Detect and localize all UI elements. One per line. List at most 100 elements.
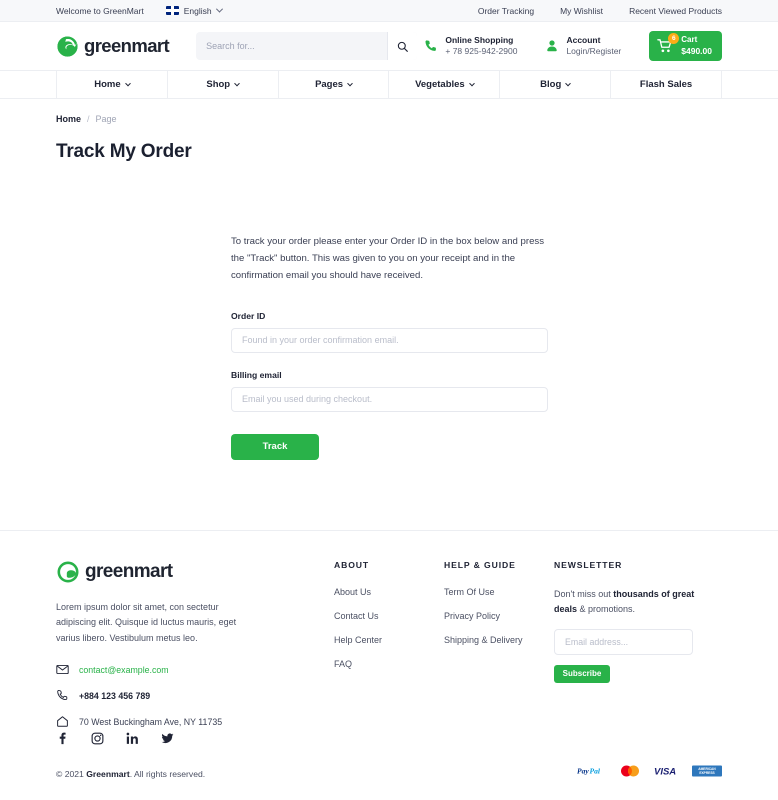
nav-item-pages[interactable]: Pages bbox=[279, 71, 390, 98]
newsletter-email-input[interactable] bbox=[554, 628, 693, 655]
footer-address-row: 70 West Buckingham Ave, NY 11735 bbox=[56, 715, 286, 728]
header-phone-text: Online Shopping + 78 925-942-2900 bbox=[445, 35, 517, 57]
footer-link-faq[interactable]: FAQ bbox=[334, 659, 444, 669]
twitter-icon[interactable] bbox=[161, 732, 174, 745]
footer-newsletter-column: NEWSLETTER Don't miss out thousands of g… bbox=[554, 560, 699, 683]
cart-count-badge: 6 bbox=[668, 33, 680, 44]
newsletter-subscribe-button[interactable]: Subscribe bbox=[554, 664, 610, 683]
breadcrumb-home[interactable]: Home bbox=[56, 114, 81, 124]
nav-item-blog[interactable]: Blog bbox=[500, 71, 612, 98]
svg-text:VISA: VISA bbox=[654, 767, 676, 778]
header-logo[interactable]: greenmart bbox=[56, 35, 170, 58]
header-account[interactable]: Account Login/Register bbox=[545, 35, 621, 57]
facebook-icon[interactable] bbox=[56, 732, 69, 745]
language-label: English bbox=[183, 5, 212, 16]
american-express-logo-icon: AMERICAN EXPRESS bbox=[692, 765, 722, 777]
svg-text:AMERICAN: AMERICAN bbox=[698, 767, 716, 771]
footer-logo-wordmark: greenmart bbox=[85, 561, 173, 582]
breadcrumb-separator: / bbox=[87, 114, 90, 124]
footer-about-heading: ABOUT bbox=[334, 560, 370, 570]
top-utility-bar: Welcome to GreenMart English Order Track… bbox=[0, 0, 778, 22]
cart-text: Cart $490.00 bbox=[681, 35, 712, 56]
footer-link-help-center[interactable]: Help Center bbox=[334, 635, 444, 645]
billing-email-input[interactable] bbox=[231, 386, 548, 412]
phone-icon bbox=[57, 690, 68, 701]
footer-link-about-us[interactable]: About Us bbox=[334, 587, 444, 597]
search-button[interactable] bbox=[387, 32, 418, 60]
track-submit-button[interactable]: Track bbox=[231, 433, 319, 460]
nav-items: Home Shop Pages Vegetables Blog Flash Sa… bbox=[56, 71, 722, 98]
nav-label-home: Home bbox=[94, 79, 121, 90]
chevron-down-icon bbox=[215, 5, 223, 13]
page-root: Welcome to GreenMart English Order Track… bbox=[0, 0, 778, 800]
linkedin-icon[interactable] bbox=[126, 732, 139, 745]
nav-item-flash-sales[interactable]: Flash Sales bbox=[611, 71, 722, 98]
footer-help-column: HELP & GUIDE Term Of Use Privacy Policy … bbox=[444, 560, 554, 659]
cart-total: $490.00 bbox=[681, 45, 712, 56]
chevron-down-icon bbox=[468, 80, 475, 86]
footer-link-privacy-policy[interactable]: Privacy Policy bbox=[444, 611, 554, 621]
site-footer: greenmart Lorem ipsum dolor sit amet, co… bbox=[0, 560, 778, 741]
cart-button[interactable]: 6 Cart $490.00 bbox=[649, 31, 722, 61]
cart-icon-wrap: 6 bbox=[657, 33, 680, 54]
footer-link-term-of-use[interactable]: Term Of Use bbox=[444, 587, 554, 597]
chevron-down-icon bbox=[565, 80, 572, 86]
search-input[interactable] bbox=[196, 41, 388, 51]
link-order-tracking[interactable]: Order Tracking bbox=[478, 6, 534, 16]
instagram-icon[interactable] bbox=[91, 732, 104, 745]
newsletter-text: Don't miss out thousands of great deals … bbox=[554, 587, 699, 617]
order-id-label: Order ID bbox=[231, 310, 266, 321]
envelope-icon bbox=[56, 665, 69, 675]
footer-help-heading: HELP & GUIDE bbox=[444, 560, 516, 570]
link-my-wishlist[interactable]: My Wishlist bbox=[560, 6, 603, 16]
header-account-title: Account bbox=[566, 34, 601, 45]
footer-email-row[interactable]: contact@example.com bbox=[56, 663, 286, 676]
nav-label-vegetables: Vegetables bbox=[415, 79, 465, 90]
search-icon bbox=[397, 41, 408, 52]
user-icon bbox=[547, 40, 558, 52]
footer-link-shipping-delivery[interactable]: Shipping & Delivery bbox=[444, 635, 554, 645]
nav-label-blog: Blog bbox=[540, 79, 562, 90]
order-id-input[interactable] bbox=[231, 327, 548, 353]
copyright: © 2021 Greenmart. All rights reserved. bbox=[56, 769, 205, 779]
language-selector[interactable]: English bbox=[165, 5, 223, 16]
home-icon bbox=[57, 716, 68, 728]
copyright-brand: Greenmart bbox=[86, 769, 130, 779]
nav-label-pages: Pages bbox=[315, 79, 344, 90]
copyright-prefix: © 2021 bbox=[56, 769, 87, 779]
nav-item-vegetables[interactable]: Vegetables bbox=[389, 71, 501, 98]
form-intro-text: To track your order please enter your Or… bbox=[231, 236, 545, 282]
main-content: To track your order please enter your Or… bbox=[0, 176, 778, 460]
chevron-down-icon bbox=[124, 80, 131, 86]
paypal-logo-icon: Pay Pal bbox=[577, 767, 601, 776]
footer-newsletter-heading: NEWSLETTER bbox=[554, 560, 623, 570]
nav-label-shop: Shop bbox=[206, 79, 231, 90]
greenmart-leaf-logo-icon bbox=[57, 35, 78, 57]
chevron-down-icon bbox=[347, 80, 353, 86]
search-bar bbox=[196, 32, 418, 60]
page-title: Track My Order bbox=[56, 141, 192, 162]
footer-address: 70 West Buckingham Ave, NY 11735 bbox=[79, 716, 223, 727]
nav-label-flash-sales: Flash Sales bbox=[639, 79, 693, 90]
breadcrumb-current: Page bbox=[95, 114, 117, 124]
footer-brand-column: greenmart Lorem ipsum dolor sit amet, co… bbox=[56, 560, 286, 741]
header-phone[interactable]: Online Shopping + 78 925-942-2900 bbox=[424, 35, 517, 57]
visa-logo-icon: VISA bbox=[654, 767, 676, 778]
track-order-form: To track your order please enter your Or… bbox=[231, 233, 548, 460]
footer-link-contact-us[interactable]: Contact Us bbox=[334, 611, 444, 621]
header-phone-title: Online Shopping bbox=[445, 34, 514, 45]
footer-phone-number: +884 123 456 789 bbox=[79, 690, 151, 701]
svg-text:Pay: Pay bbox=[577, 767, 589, 776]
nav-item-home[interactable]: Home bbox=[56, 71, 168, 98]
link-recent-viewed-products[interactable]: Recent Viewed Products bbox=[629, 6, 722, 16]
main-navigation: Home Shop Pages Vegetables Blog Flash Sa… bbox=[0, 70, 778, 99]
footer-email-link[interactable]: contact@example.com bbox=[79, 665, 169, 675]
cart-label: Cart bbox=[681, 35, 698, 45]
header-actions: Online Shopping + 78 925-942-2900 Accoun… bbox=[424, 31, 722, 61]
greenmart-leaf-logo-icon bbox=[57, 561, 79, 583]
svg-text:Pal: Pal bbox=[590, 767, 601, 776]
nav-item-shop[interactable]: Shop bbox=[168, 71, 279, 98]
footer-phone-row[interactable]: +884 123 456 789 bbox=[56, 689, 286, 702]
footer-logo[interactable]: greenmart bbox=[56, 560, 286, 584]
header-account-text: Account Login/Register bbox=[566, 35, 621, 57]
